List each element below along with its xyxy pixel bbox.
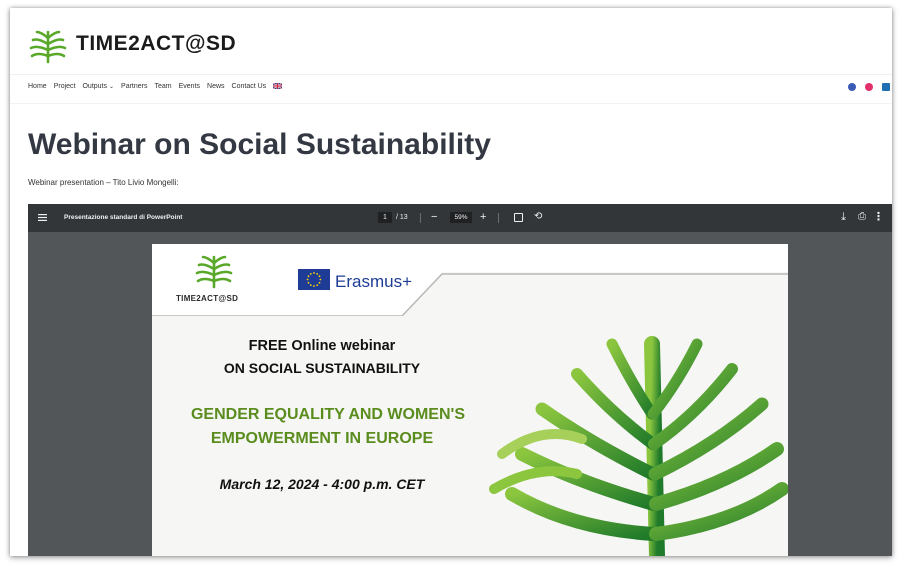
- zoom-level-input[interactable]: 59%: [450, 212, 472, 223]
- tree-logo-icon[interactable]: [28, 26, 68, 64]
- fit-page-icon[interactable]: [514, 213, 523, 222]
- slide-topic-1: GENDER EQUALITY AND WOMEN'S: [190, 406, 466, 423]
- slide-date: March 12, 2024 - 4:00 p.m. CET: [219, 476, 425, 492]
- print-icon[interactable]: ⎙: [858, 211, 866, 222]
- erasmus-label: Erasmus+: [335, 272, 412, 291]
- toolbar-divider: [420, 213, 421, 223]
- slide-heading-1: FREE Online webinar: [248, 338, 396, 354]
- document-title: Presentazione standard di PowerPoint: [64, 214, 183, 221]
- page-title: Webinar on Social Sustainability: [28, 128, 491, 161]
- nav-item-partners[interactable]: Partners: [121, 83, 147, 90]
- facebook-icon[interactable]: [848, 83, 856, 91]
- rotate-icon[interactable]: ⟲: [534, 212, 542, 222]
- pdf-toolbar: Presentazione standard di PowerPoint 1 /…: [28, 204, 892, 232]
- nav-item-team[interactable]: Team: [155, 83, 172, 90]
- slide-heading-2: ON SOCIAL SUSTAINABILITY: [223, 360, 421, 376]
- page-subtitle: Webinar presentation – Tito Livio Mongel…: [28, 178, 179, 187]
- zoom-out-button[interactable]: −: [431, 211, 437, 223]
- zoom-in-button[interactable]: +: [480, 211, 486, 223]
- slide-logo-text: TIME2ACT@SD: [176, 294, 239, 303]
- uk-flag-icon[interactable]: [273, 83, 283, 89]
- instagram-icon[interactable]: [865, 83, 873, 91]
- nav-label: Outputs: [82, 83, 107, 90]
- nav-label: Events: [178, 83, 201, 90]
- toolbar-divider: [498, 213, 499, 223]
- linkedin-icon[interactable]: [882, 83, 890, 91]
- pdf-viewer[interactable]: Presentazione standard di PowerPoint 1 /…: [28, 204, 892, 556]
- tree-logo-icon: [195, 255, 233, 289]
- slide-page: TIME2ACT@SD Erasmus+ FREE Online webinar…: [152, 244, 788, 556]
- nav-item-contact[interactable]: Contact Us: [232, 83, 267, 90]
- site-header: TIME2ACT@SD: [10, 8, 892, 68]
- nav-item-outputs[interactable]: Outputs ⌄: [82, 83, 114, 90]
- site-title[interactable]: TIME2ACT@SD: [76, 32, 236, 56]
- chevron-down-icon: ⌄: [109, 84, 115, 90]
- nav-label: Project: [53, 83, 76, 90]
- slide-topic-2: EMPOWERMENT IN EUROPE: [210, 430, 434, 447]
- social-links: [848, 83, 890, 91]
- eu-flag-icon: [298, 269, 330, 290]
- nav-item-project[interactable]: Project: [54, 83, 76, 90]
- menu-icon[interactable]: [38, 214, 47, 221]
- nav-label: Partners: [121, 83, 148, 90]
- nav-label: News: [207, 83, 225, 90]
- tree-emblem-icon: [489, 336, 788, 556]
- page-total: / 13: [396, 214, 408, 221]
- nav-item-home[interactable]: Home: [28, 83, 47, 90]
- main-nav: Home Project Outputs ⌄ Partners Team Even…: [10, 74, 892, 104]
- nav-label: Home: [28, 83, 47, 90]
- more-options-icon[interactable]: ⋮: [873, 210, 884, 223]
- nav-label: Contact Us: [231, 83, 267, 90]
- nav-item-news[interactable]: News: [207, 83, 225, 90]
- browser-frame: TIME2ACT@SD Home Project Outputs ⌄ Partne…: [10, 8, 892, 556]
- download-icon[interactable]: ⤓: [841, 211, 846, 224]
- page-number-input[interactable]: 1: [378, 212, 392, 223]
- nav-item-events[interactable]: Events: [179, 83, 200, 90]
- nav-label: Team: [154, 83, 172, 90]
